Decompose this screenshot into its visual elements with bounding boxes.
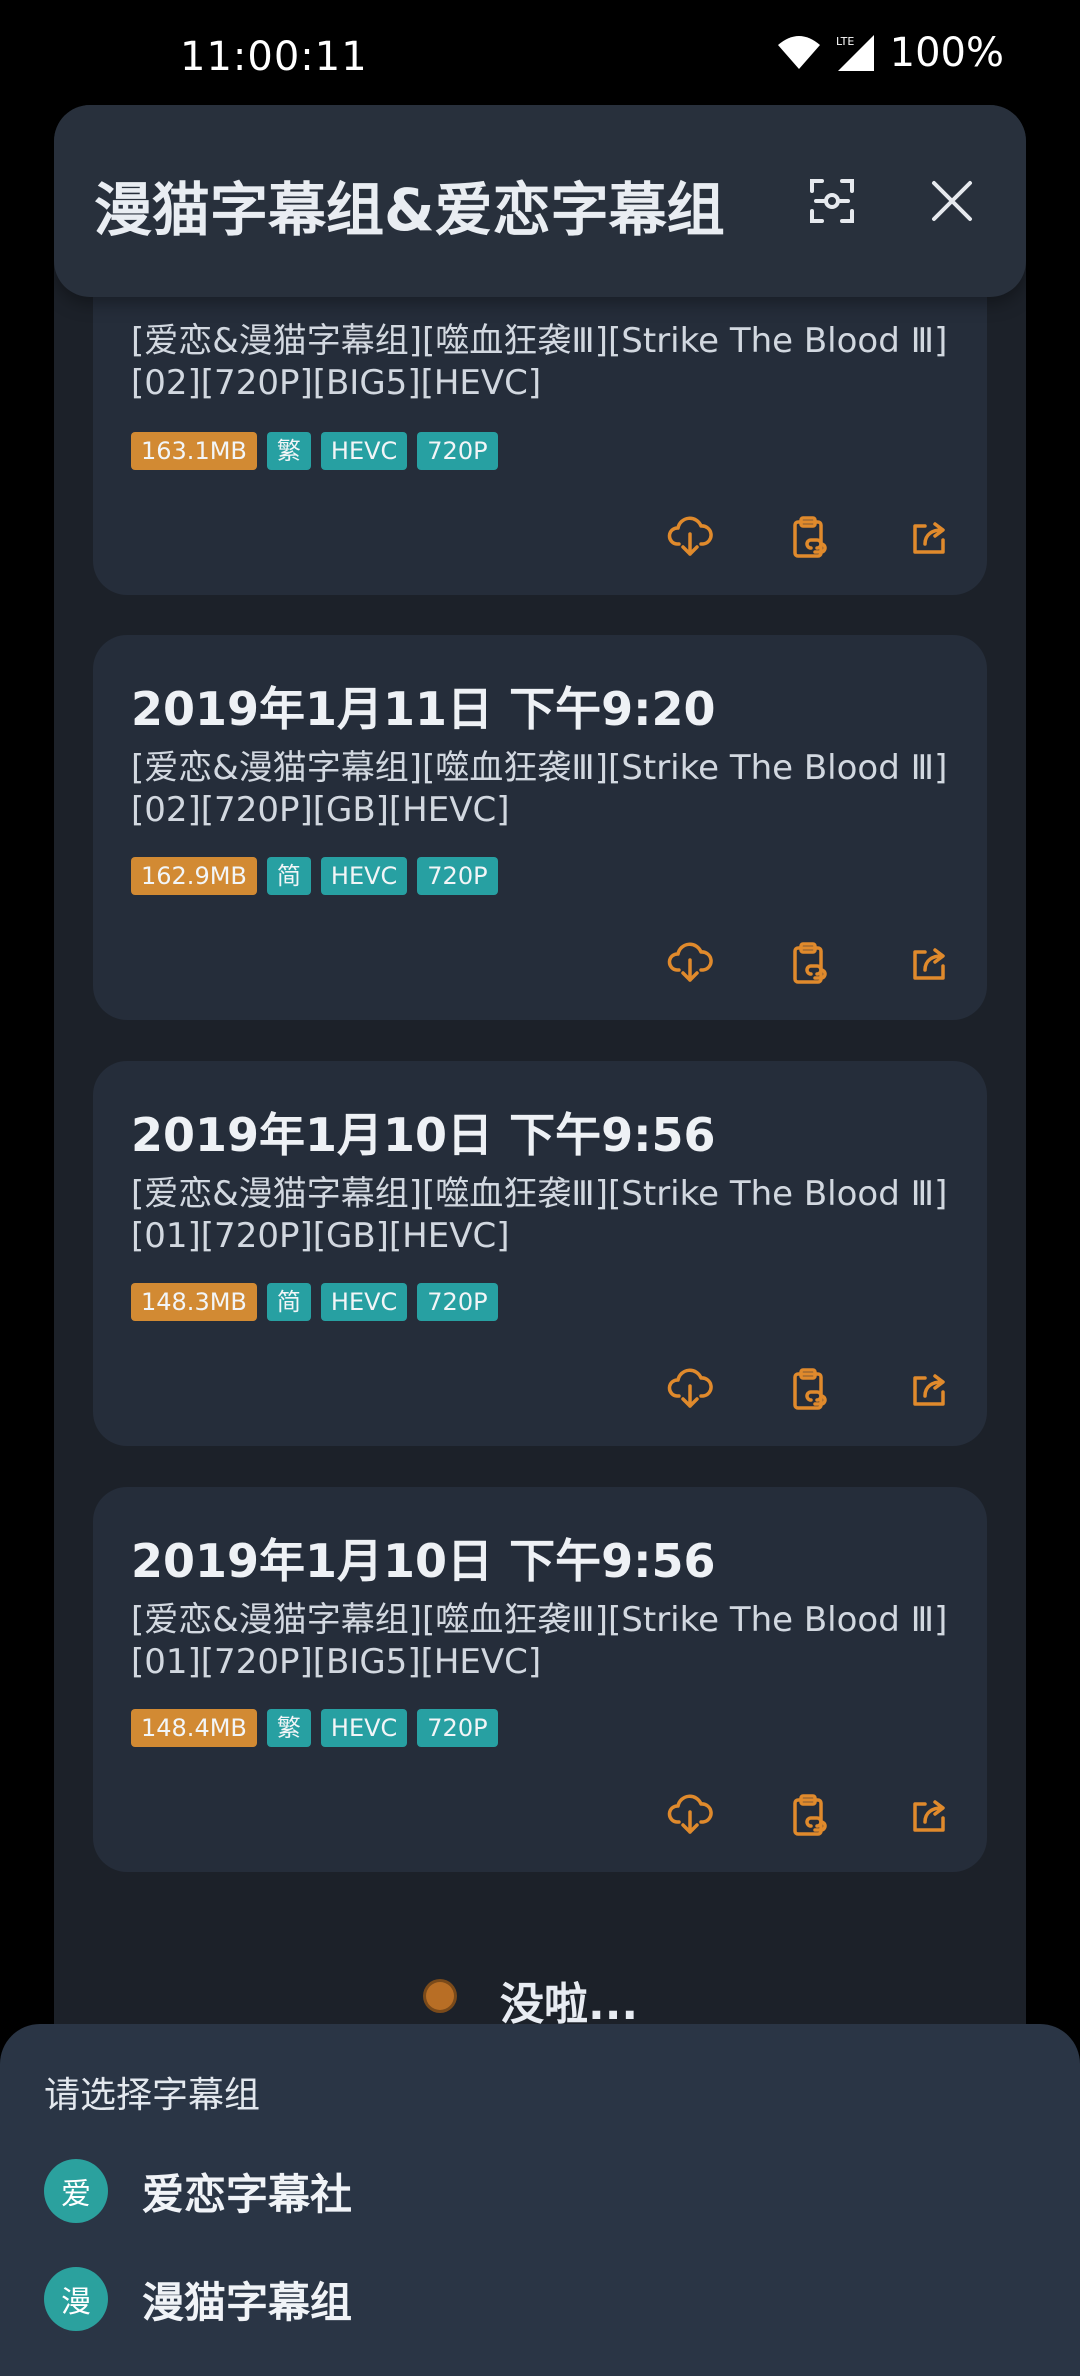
sheet-item-manMao[interactable]: 漫 漫猫字幕组 bbox=[44, 2266, 352, 2332]
end-of-list-text: 没啦... bbox=[500, 1979, 639, 2030]
size-badge: 163.1MB bbox=[131, 432, 257, 470]
tag-row: 162.9MB 简 HEVC 720P bbox=[131, 857, 498, 895]
item-date: 2019年1月11日 下午9:20 bbox=[131, 682, 716, 736]
download-cloud-icon[interactable] bbox=[667, 1792, 713, 1838]
avatar: 漫 bbox=[44, 2267, 108, 2331]
size-badge: 162.9MB bbox=[131, 857, 257, 895]
status-icons: LTE 100% bbox=[776, 30, 1004, 76]
lang-badge: 简 bbox=[266, 857, 311, 895]
card-actions bbox=[667, 514, 953, 560]
download-cloud-icon[interactable] bbox=[667, 940, 713, 986]
lang-badge: 繁 bbox=[266, 1709, 311, 1747]
sheet-item-label: 爱恋字幕社 bbox=[142, 2169, 353, 2219]
scan-icon[interactable] bbox=[802, 171, 862, 231]
item-title: [爱恋&漫猫字幕组][噬血狂袭Ⅲ][Strike The Blood Ⅲ][02… bbox=[131, 321, 948, 403]
size-badge: 148.4MB bbox=[131, 1709, 257, 1747]
copy-link-icon[interactable] bbox=[787, 940, 833, 986]
share-icon[interactable] bbox=[907, 940, 953, 986]
wifi-icon bbox=[777, 36, 820, 69]
avatar: 爱 bbox=[44, 2159, 108, 2223]
card-actions bbox=[667, 940, 953, 986]
resolution-badge: 720P bbox=[417, 1709, 498, 1747]
resolution-badge: 720P bbox=[417, 432, 498, 470]
card-actions bbox=[667, 1792, 953, 1838]
panel-header: 漫猫字幕组&爱恋字幕组 bbox=[54, 105, 1026, 297]
list-item[interactable]: 2019年1月10日 下午9:56 [爱恋&漫猫字幕组][噬血狂袭Ⅲ][Stri… bbox=[93, 1061, 987, 1446]
copy-link-icon[interactable] bbox=[787, 1792, 833, 1838]
page-title: 漫猫字幕组&爱恋字幕组 bbox=[94, 176, 725, 244]
lang-badge: 简 bbox=[266, 1283, 311, 1321]
item-title: [爱恋&漫猫字幕组][噬血狂袭Ⅲ][Strike The Blood Ⅲ][01… bbox=[131, 1600, 948, 1682]
size-badge: 148.3MB bbox=[131, 1283, 257, 1321]
share-icon[interactable] bbox=[907, 1792, 953, 1838]
download-cloud-icon[interactable] bbox=[667, 514, 713, 560]
list-item[interactable]: 2019年1月10日 下午9:56 [爱恋&漫猫字幕组][噬血狂袭Ⅲ][Stri… bbox=[93, 1487, 987, 1872]
sheet-item-aiLian[interactable]: 爱 爱恋字幕社 bbox=[44, 2158, 352, 2224]
codec-badge: HEVC bbox=[320, 432, 408, 470]
item-date: 2019年1月10日 下午9:56 bbox=[131, 1534, 716, 1588]
copy-link-icon[interactable] bbox=[787, 1366, 833, 1412]
codec-badge: HEVC bbox=[320, 1709, 408, 1747]
codec-badge: HEVC bbox=[320, 1283, 408, 1321]
item-title: [爱恋&漫猫字幕组][噬血狂袭Ⅲ][Strike The Blood Ⅲ][01… bbox=[131, 1174, 948, 1256]
item-title: [爱恋&漫猫字幕组][噬血狂袭Ⅲ][Strike The Blood Ⅲ][02… bbox=[131, 748, 948, 830]
status-bar: 11:00:11 LTE 100% bbox=[0, 0, 1080, 110]
sheet-title: 请选择字幕组 bbox=[44, 2075, 261, 2116]
item-date: 2019年1月10日 下午9:56 bbox=[131, 1108, 716, 1162]
sheet-item-label: 漫猫字幕组 bbox=[142, 2277, 353, 2327]
lang-badge: 繁 bbox=[266, 432, 311, 470]
lte-signal-icon: LTE bbox=[836, 35, 874, 71]
card-actions bbox=[667, 1366, 953, 1412]
list-item[interactable]: 2019年1月11日 下午9:20 [爱恋&漫猫字幕组][噬血狂袭Ⅲ][Stri… bbox=[93, 635, 987, 1020]
close-icon[interactable] bbox=[922, 171, 982, 231]
codec-badge: HEVC bbox=[320, 857, 408, 895]
tag-row: 148.4MB 繁 HEVC 720P bbox=[131, 1709, 498, 1747]
battery-text: 100% bbox=[889, 30, 1004, 76]
tag-row: 148.3MB 简 HEVC 720P bbox=[131, 1283, 498, 1321]
svg-text:LTE: LTE bbox=[836, 35, 854, 48]
share-icon[interactable] bbox=[907, 514, 953, 560]
copy-link-icon[interactable] bbox=[787, 514, 833, 560]
tag-row: 163.1MB 繁 HEVC 720P bbox=[131, 432, 498, 470]
resolution-badge: 720P bbox=[417, 1283, 498, 1321]
subtitle-group-sheet: 请选择字幕组 爱 爱恋字幕社 漫 漫猫字幕组 bbox=[0, 2024, 1080, 2376]
status-time: 11:00:11 bbox=[180, 34, 368, 80]
share-icon[interactable] bbox=[907, 1366, 953, 1412]
loading-dot-icon bbox=[426, 1982, 454, 2010]
resolution-badge: 720P bbox=[417, 857, 498, 895]
download-cloud-icon[interactable] bbox=[667, 1366, 713, 1412]
